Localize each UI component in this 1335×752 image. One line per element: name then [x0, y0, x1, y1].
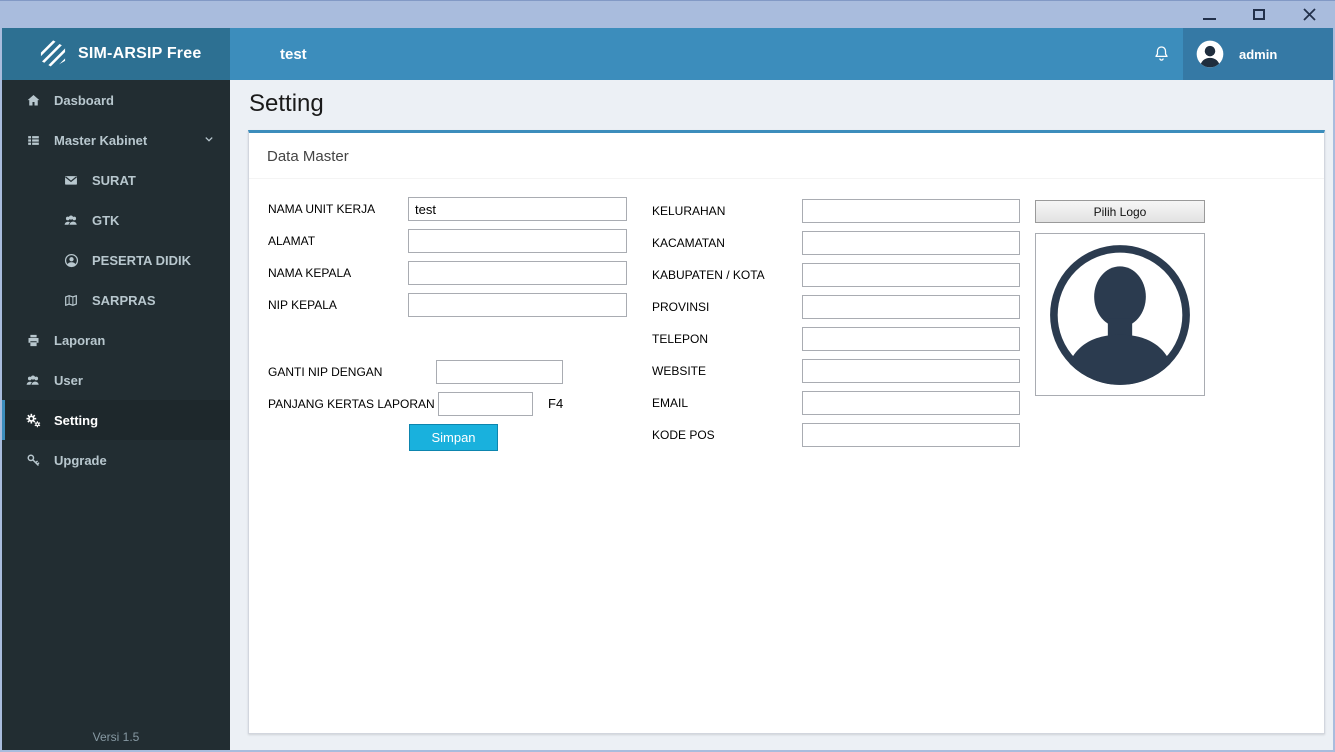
notifications-button[interactable]: [1139, 28, 1183, 80]
striped-hexagon-logo-icon: [38, 39, 68, 69]
maximize-icon: [1253, 9, 1265, 20]
users-icon: [62, 213, 80, 228]
field-label-nip-kepala: NIP KEPALA: [268, 293, 337, 317]
paper-size-suffix: F4: [548, 392, 563, 416]
field-label-telepon: TELEPON: [652, 327, 708, 351]
sidebar-item-label: Dasboard: [54, 93, 114, 108]
field-label-email: EMAIL: [652, 391, 688, 415]
sidebar-item-peserta-didik[interactable]: PESERTA DIDIK: [2, 240, 230, 280]
sidebar-item-master-kabinet[interactable]: Master Kabinet: [2, 120, 230, 160]
sidebar-item-laporan[interactable]: Laporan: [2, 320, 230, 360]
home-icon: [24, 93, 42, 108]
sidebar-item-dasboard[interactable]: Dasboard: [2, 80, 230, 120]
content-layout: Dasboard Master Kabinet SURAT: [2, 80, 1333, 750]
user-menu[interactable]: admin: [1183, 28, 1333, 80]
sidebar-item-user[interactable]: User: [2, 360, 230, 400]
website-input[interactable]: [802, 359, 1020, 383]
sidebar-item-label: User: [54, 373, 83, 388]
navbar-page-title: test: [280, 46, 307, 63]
close-icon: [1302, 7, 1317, 22]
telepon-input[interactable]: [802, 327, 1020, 351]
sidebar: Dasboard Master Kabinet SURAT: [2, 80, 230, 750]
nama-unit-kerja-input[interactable]: [408, 197, 627, 221]
panel-title: Data Master: [249, 133, 1324, 179]
field-label-panjang-kertas: PANJANG KERTAS LAPORAN: [268, 392, 435, 416]
key-icon: [24, 453, 42, 468]
gears-icon: [24, 412, 42, 428]
field-label-nama-unit-kerja: NAMA UNIT KERJA: [268, 197, 375, 221]
sidebar-item-setting[interactable]: Setting: [2, 400, 230, 440]
provinsi-input[interactable]: [802, 295, 1020, 319]
ganti-nip-input[interactable]: [436, 360, 563, 384]
app-header: SIM-ARSIP Free test: [2, 28, 1333, 80]
kode-pos-input[interactable]: [802, 423, 1020, 447]
field-label-website: WEBSITE: [652, 359, 706, 383]
brand-area: SIM-ARSIP Free: [2, 28, 230, 80]
field-label-provinsi: PROVINSI: [652, 295, 709, 319]
window-body: SIM-ARSIP Free test: [0, 28, 1335, 752]
users-icon: [24, 373, 42, 388]
close-button[interactable]: [1301, 7, 1317, 23]
sidebar-item-label: Laporan: [54, 333, 105, 348]
username-label: admin: [1239, 47, 1277, 62]
user-circle-icon: [62, 253, 80, 268]
minimize-button[interactable]: [1201, 7, 1217, 23]
sidebar-item-label: SARPRAS: [92, 293, 156, 308]
envelope-icon: [62, 173, 80, 188]
brand-title: SIM-ARSIP Free: [78, 45, 201, 63]
list-icon: [24, 133, 42, 148]
nama-kepala-input[interactable]: [408, 261, 627, 285]
kelurahan-input[interactable]: [802, 199, 1020, 223]
sidebar-item-label: PESERTA DIDIK: [92, 253, 191, 268]
field-label-alamat: ALAMAT: [268, 229, 315, 253]
sidebar-item-gtk[interactable]: GTK: [2, 200, 230, 240]
field-label-ganti-nip: GANTI NIP DENGAN: [268, 360, 382, 384]
titlebar: [0, 0, 1335, 28]
simpan-button[interactable]: Simpan: [409, 424, 498, 451]
sidebar-item-label: GTK: [92, 213, 119, 228]
minimize-icon: [1203, 18, 1216, 20]
alamat-input[interactable]: [408, 229, 627, 253]
logo-placeholder-avatar-icon: [1044, 239, 1196, 391]
user-avatar-icon: [1195, 39, 1225, 69]
field-label-kelurahan: KELURAHAN: [652, 199, 725, 223]
app-window: SIM-ARSIP Free test: [0, 0, 1335, 752]
kacamatan-input[interactable]: [802, 231, 1020, 255]
main-content: Setting Data Master NAMA UNIT KERJA ALAM…: [230, 80, 1333, 750]
pilih-logo-button[interactable]: Pilih Logo: [1035, 200, 1205, 223]
kabupaten-kota-input[interactable]: [802, 263, 1020, 287]
sidebar-item-label: SURAT: [92, 173, 136, 188]
map-icon: [62, 293, 80, 308]
sidebar-item-surat[interactable]: SURAT: [2, 160, 230, 200]
printer-icon: [24, 333, 42, 348]
data-master-panel: Data Master NAMA UNIT KERJA ALAMAT NAMA …: [248, 130, 1325, 734]
top-navbar: test: [230, 28, 1333, 80]
field-label-kode-pos: KODE POS: [652, 423, 715, 447]
chevron-down-icon: [202, 132, 216, 146]
version-label: Versi 1.5: [2, 730, 230, 744]
logo-preview-box: [1035, 233, 1205, 396]
sidebar-item-sarpras[interactable]: SARPRAS: [2, 280, 230, 320]
panjang-kertas-input[interactable]: [438, 392, 533, 416]
sidebar-item-label: Upgrade: [54, 453, 107, 468]
bell-icon: [1152, 44, 1171, 64]
nip-kepala-input[interactable]: [408, 293, 627, 317]
email-input[interactable]: [802, 391, 1020, 415]
maximize-button[interactable]: [1251, 7, 1267, 23]
field-label-kacamatan: KACAMATAN: [652, 231, 725, 255]
sidebar-item-label: Setting: [54, 413, 98, 428]
sidebar-item-label: Master Kabinet: [54, 133, 147, 148]
page-title: Setting: [249, 90, 1325, 118]
sidebar-item-upgrade[interactable]: Upgrade: [2, 440, 230, 480]
field-label-kabupaten-kota: KABUPATEN / KOTA: [652, 263, 765, 287]
field-label-nama-kepala: NAMA KEPALA: [268, 261, 351, 285]
